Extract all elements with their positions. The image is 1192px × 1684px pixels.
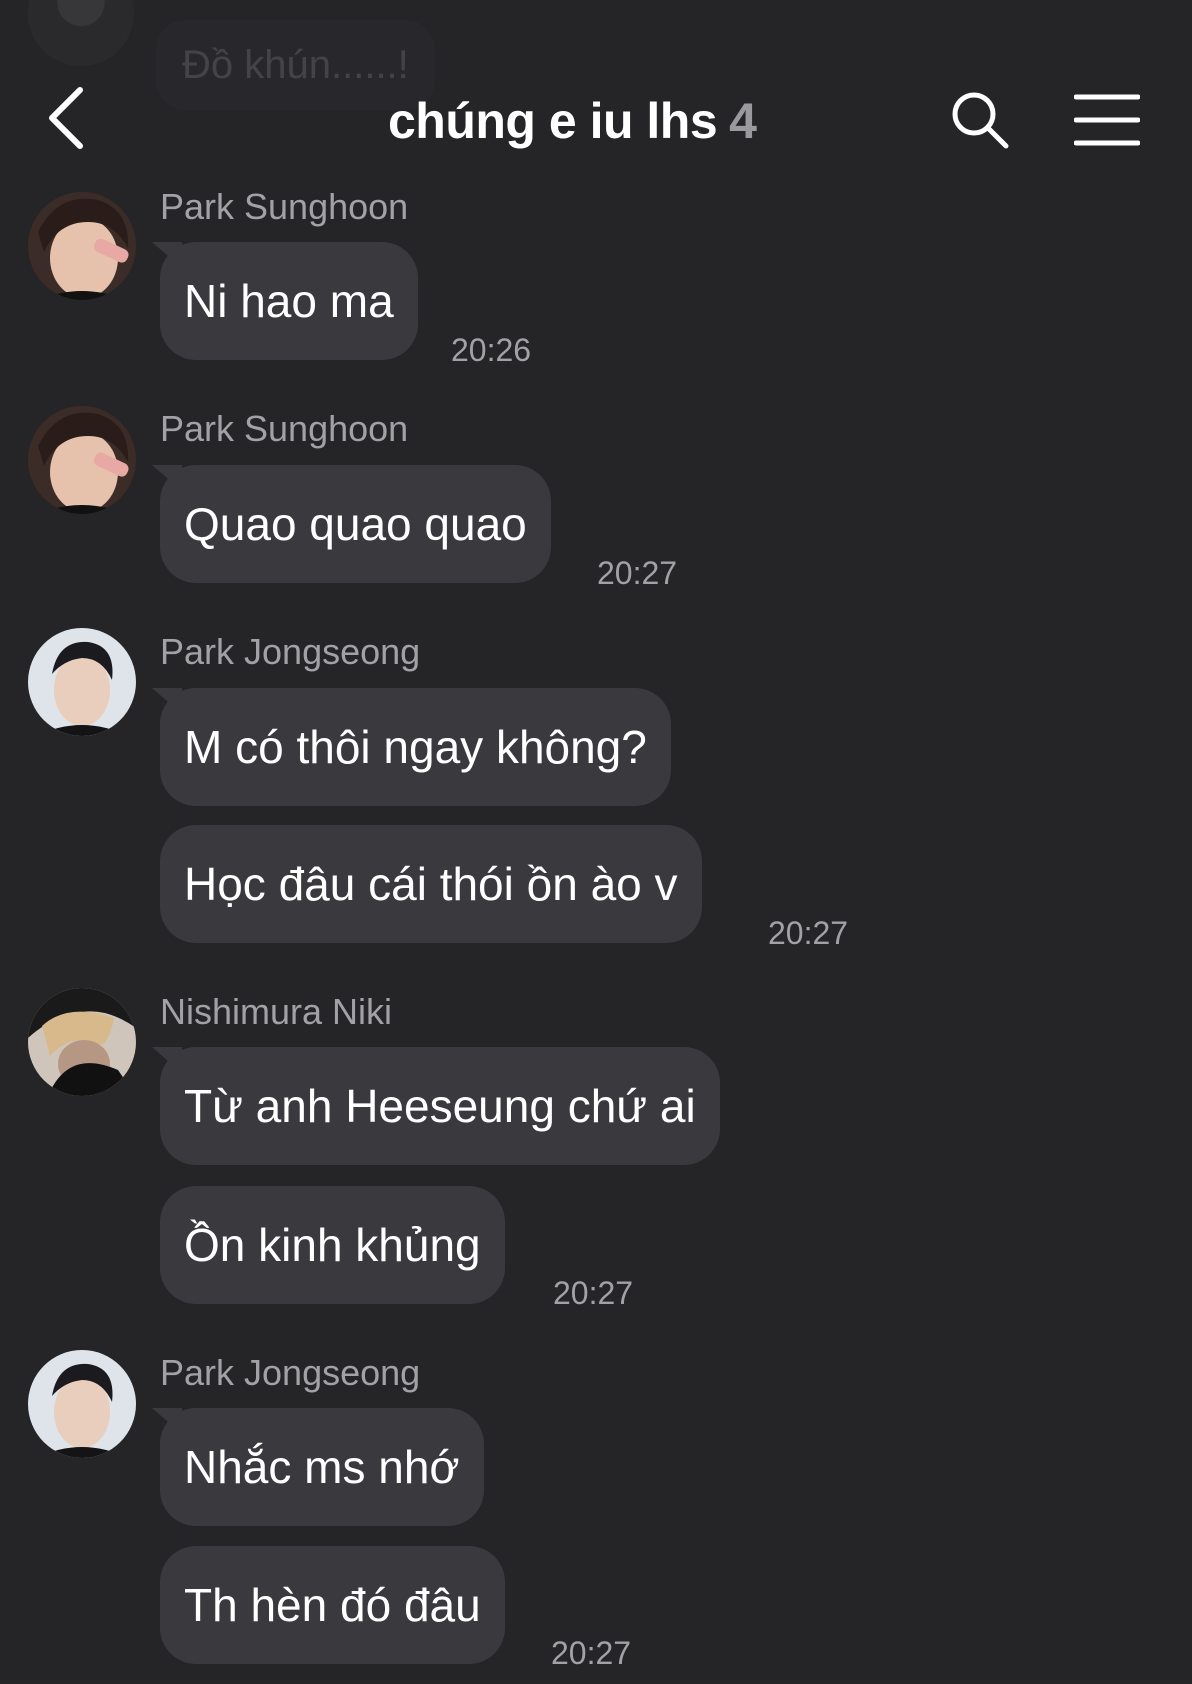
sender-name: Park Jongseong	[160, 1352, 421, 1393]
message-bubble[interactable]: Từ anh Heeseung chứ ai	[160, 1047, 720, 1165]
menu-button[interactable]	[1073, 92, 1141, 148]
message-time: 20:27	[553, 1275, 634, 1311]
message-bubble[interactable]: Quao quao quao	[160, 465, 551, 583]
chevron-left-icon	[49, 87, 83, 149]
message-bubble[interactable]: Nhắc ms nhớ	[160, 1408, 484, 1526]
avatar-park-jongseong[interactable]	[28, 1350, 136, 1458]
message-bubble[interactable]: Học đâu cái thói ồn ào v	[160, 825, 702, 943]
message-time: 20:27	[597, 555, 678, 591]
message-time: 20:27	[768, 915, 849, 951]
avatar-park-jongseong[interactable]	[28, 628, 136, 736]
sender-name: Nishimura Niki	[160, 991, 393, 1032]
sender-name: Park Sunghoon	[160, 186, 409, 227]
avatar-nishimura-niki[interactable]	[28, 988, 136, 1096]
message-time: 20:27	[551, 1635, 632, 1671]
sender-name: Park Jongseong	[160, 631, 421, 672]
avatar-park-sunghoon[interactable]	[28, 192, 136, 300]
message-list: Park Sunghoon Ni hao ma 20:26 Park Sungh…	[0, 0, 1192, 1684]
search-button[interactable]	[948, 88, 1012, 152]
sender-name: Park Sunghoon	[160, 408, 409, 449]
message-bubble[interactable]: Ồn kinh khủng	[160, 1186, 505, 1304]
message-time: 20:26	[451, 332, 532, 368]
member-count: 4	[729, 93, 757, 149]
hamburger-menu-icon	[1073, 94, 1141, 146]
group-name: chúng e iu lhs	[388, 93, 718, 149]
message-bubble[interactable]: Ni hao ma	[160, 242, 418, 360]
message-bubble[interactable]: M có thôi ngay không?	[160, 688, 671, 806]
chat-header: chúng e iu lhs 4	[0, 70, 1192, 170]
chat-title: chúng e iu lhs 4	[388, 92, 757, 150]
avatar-park-sunghoon[interactable]	[28, 406, 136, 514]
search-icon	[952, 92, 1009, 149]
back-button[interactable]	[38, 84, 98, 152]
message-bubble[interactable]: Th hèn đó đâu	[160, 1546, 505, 1664]
